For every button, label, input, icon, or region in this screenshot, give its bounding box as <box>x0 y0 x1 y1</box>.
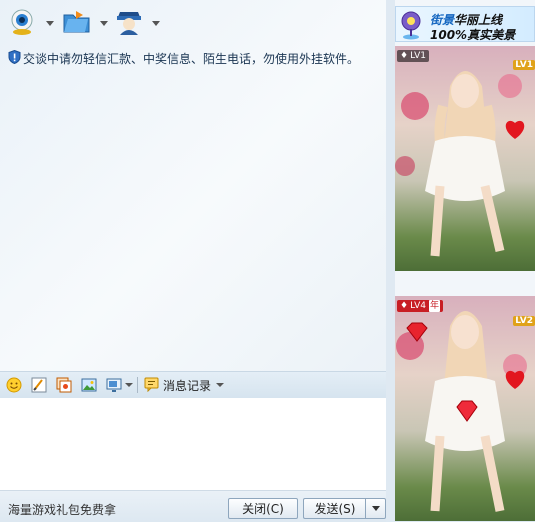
remote-assist-button[interactable] <box>114 8 160 39</box>
video-image-1 <box>395 71 522 257</box>
message-input[interactable] <box>0 398 386 490</box>
red-gem-gift-icon <box>455 400 479 425</box>
toolbar-divider <box>137 377 138 393</box>
close-button-label: 关闭(C) <box>242 502 284 516</box>
screenshot-icon[interactable] <box>106 377 122 393</box>
input-toolbar: 消息记录 <box>0 371 386 399</box>
heart-icon[interactable] <box>503 118 527 143</box>
ad-headline-rest: 华丽上线 <box>454 13 503 27</box>
video-feed-1[interactable]: ♦ LV1 LV1 <box>395 46 535 271</box>
chevron-down-icon <box>371 506 380 511</box>
viewer-level-badge: ♦ LV1 <box>397 50 429 62</box>
ad-subline: 100%真实美景 <box>430 28 516 42</box>
heart-icon[interactable] <box>503 368 527 393</box>
chat-footer: 海量游戏礼包免费拿 关闭(C) 发送(S) <box>0 490 386 522</box>
annual-badge: 年 <box>429 300 441 312</box>
shake-window-icon[interactable] <box>56 377 72 393</box>
street-view-pin-icon <box>400 10 422 40</box>
chevron-down-icon[interactable] <box>46 21 54 26</box>
video-feed-2[interactable]: ♦ LV4 年 LV2 <box>395 296 535 521</box>
font-style-icon[interactable] <box>31 377 47 393</box>
side-panel: 街景华丽上线 100%真实美景 ♦ LV1 LV1 ♦ LV4 年 LV2 <box>395 0 535 521</box>
viewer-level-badge: ♦ LV4 年 <box>397 300 444 312</box>
send-options-button[interactable] <box>365 498 386 519</box>
chevron-down-icon[interactable] <box>216 383 225 387</box>
level-label: LV4 <box>410 301 426 311</box>
send-button-label: 发送(S) <box>314 502 356 516</box>
warning-text: 交谈中请勿轻信汇款、中奖信息、陌生电话，勿使用外挂软件。 <box>23 51 360 66</box>
video-call-button[interactable] <box>8 8 54 39</box>
ad-banner[interactable]: 街景华丽上线 100%真实美景 <box>395 6 535 42</box>
chevron-down-icon[interactable] <box>100 21 108 26</box>
chat-panel: 交谈中请勿轻信汇款、中奖信息、陌生电话，勿使用外挂软件。 消息记录 海量游戏礼包… <box>0 0 386 522</box>
gem-icon: ♦ <box>400 51 409 61</box>
red-gem-gift-icon <box>405 322 429 345</box>
level-label: LV1 <box>410 51 426 61</box>
promo-link[interactable]: 海量游戏礼包免费拿 <box>8 501 116 518</box>
image-icon[interactable] <box>81 377 97 393</box>
folder-icon <box>62 9 92 38</box>
chat-toolbar <box>0 0 386 42</box>
close-button[interactable]: 关闭(C) <box>228 498 298 519</box>
star-level-badge: LV2 <box>513 316 535 326</box>
message-history-area[interactable] <box>0 70 386 370</box>
shield-icon <box>8 49 21 67</box>
chat-history-icon <box>144 376 160 395</box>
webcam-icon <box>8 8 36 39</box>
chevron-down-icon[interactable] <box>125 383 133 387</box>
message-history-button[interactable]: 消息记录 <box>144 376 225 395</box>
emoji-icon[interactable] <box>6 377 22 393</box>
chevron-down-icon[interactable] <box>152 21 160 26</box>
ad-brand: 街景 <box>430 13 455 27</box>
send-file-button[interactable] <box>62 8 108 38</box>
star-level-badge: LV1 <box>513 60 535 70</box>
gem-icon: ♦ <box>400 301 409 311</box>
panel-divider[interactable] <box>386 0 395 521</box>
security-warning: 交谈中请勿轻信汇款、中奖信息、陌生电话，勿使用外挂软件。 <box>8 49 378 67</box>
assistant-icon <box>114 8 144 39</box>
send-button[interactable]: 发送(S) <box>303 498 366 519</box>
message-history-label: 消息记录 <box>163 378 212 393</box>
